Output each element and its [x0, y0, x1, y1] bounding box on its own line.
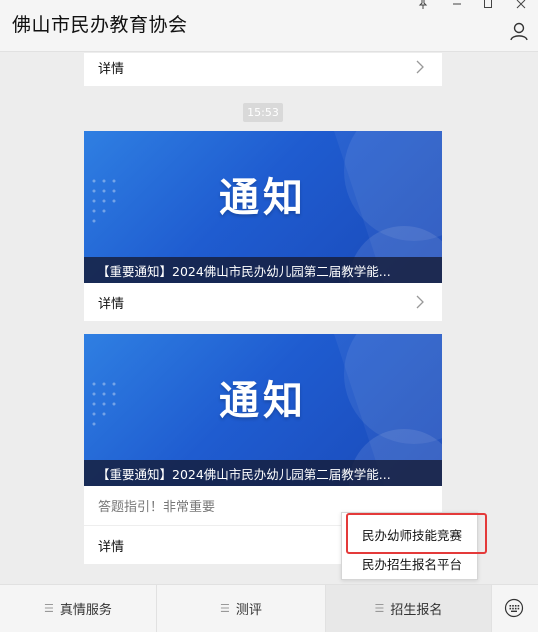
- banner-title: 通知: [219, 175, 307, 221]
- menu-tab-service[interactable]: ☰ 真情服务: [0, 585, 157, 632]
- detail-label: 详情: [98, 539, 125, 555]
- title-bar: 佛山市民办教育协会: [0, 0, 538, 52]
- article-caption[interactable]: 【重要通知】2024佛山市民办幼儿园第二届教学能...: [84, 460, 442, 486]
- menu-tab-label: 测评: [235, 603, 262, 618]
- submenu-item-enrollment-platform[interactable]: 民办招生报名平台: [342, 549, 477, 577]
- menu-lines-icon: ☰: [44, 602, 54, 615]
- minimize-icon[interactable]: [449, 0, 465, 11]
- timestamp-badge: 15:53: [243, 103, 283, 122]
- menu-tab-label: 招生报名: [390, 603, 443, 618]
- message-feed[interactable]: 详情 15:53 通知 【重要通知】2024佛山市民办幼儿园第二届教学能...: [0, 53, 538, 584]
- close-icon[interactable]: [513, 0, 529, 11]
- pin-icon[interactable]: [415, 0, 431, 11]
- menu-tab-label: 真情服务: [59, 603, 112, 618]
- article-caption[interactable]: 【重要通知】2024佛山市民办幼儿园第二届教学能...: [84, 257, 442, 283]
- article-banner[interactable]: 通知 【重要通知】2024佛山市民办幼儿园第二届教学能...: [84, 334, 442, 486]
- profile-icon[interactable]: [509, 21, 529, 41]
- window-title: 佛山市民办教育协会: [12, 14, 188, 36]
- previous-article-card[interactable]: 详情: [84, 53, 442, 86]
- menu-tab-assessment[interactable]: ☰ 测评: [157, 585, 326, 632]
- detail-label: 详情: [98, 61, 125, 77]
- detail-row[interactable]: 详情: [84, 283, 442, 321]
- chevron-right-icon: [416, 295, 424, 309]
- menu-lines-icon: ☰: [220, 602, 230, 615]
- article-banner[interactable]: 通知 【重要通知】2024佛山市民办幼儿园第二届教学能...: [84, 131, 442, 283]
- keyboard-icon[interactable]: [504, 598, 524, 618]
- maximize-icon[interactable]: [480, 0, 496, 11]
- bottom-menu-bar: ☰ 真情服务 ☰ 测评 ☰ 招生报名: [0, 584, 538, 632]
- enrollment-submenu: 民办幼师技能竞赛 民办招生报名平台: [341, 512, 478, 580]
- submenu-item-teacher-competition[interactable]: 民办幼师技能竞赛: [342, 519, 477, 549]
- banner-title: 通知: [219, 378, 307, 424]
- chevron-right-icon: [416, 60, 424, 74]
- article-card[interactable]: 通知 【重要通知】2024佛山市民办幼儿园第二届教学能... 详情: [84, 131, 442, 321]
- menu-tab-enrollment[interactable]: ☰ 招生报名: [326, 585, 492, 632]
- detail-row[interactable]: 详情: [84, 53, 442, 86]
- menu-lines-icon: ☰: [374, 602, 385, 615]
- detail-label: 详情: [98, 296, 125, 312]
